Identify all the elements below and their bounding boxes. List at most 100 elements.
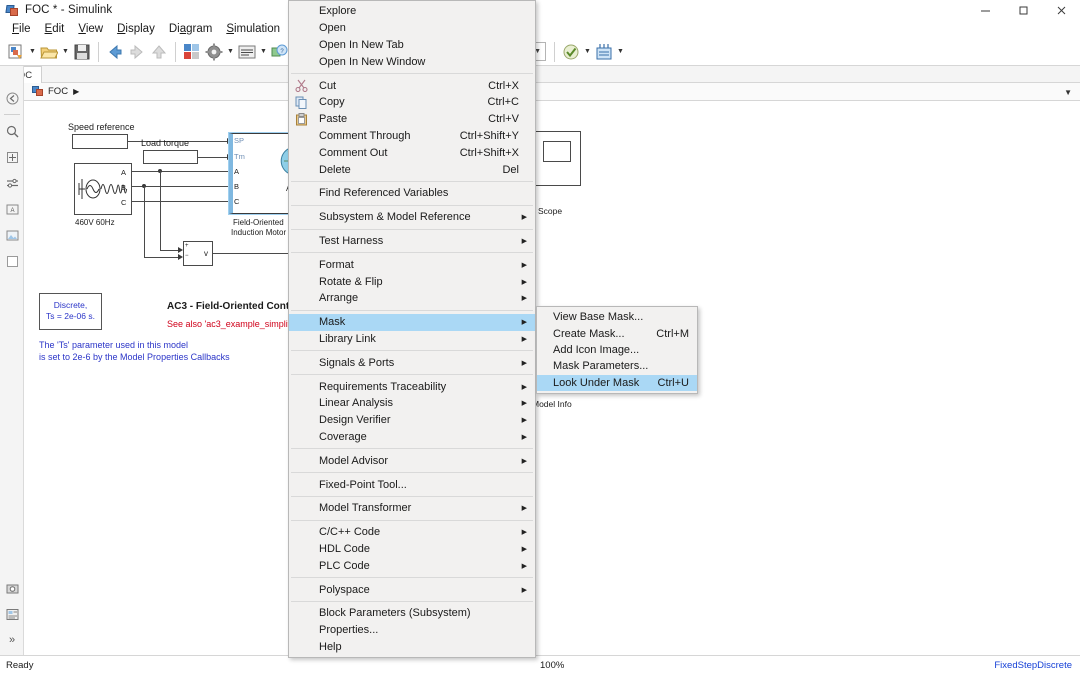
ctx-open-in-new-tab[interactable]: Open In New Tab bbox=[289, 37, 535, 54]
ctx-label: Coverage bbox=[319, 431, 367, 443]
breadcrumb-model-icon bbox=[32, 86, 44, 97]
run-dropdown-icon[interactable]: ▼ bbox=[582, 41, 593, 63]
menu-display[interactable]: Display bbox=[110, 22, 162, 36]
maximize-button[interactable] bbox=[1004, 0, 1042, 20]
ctx-linear-analysis[interactable]: Linear Analysis ▶ bbox=[289, 395, 535, 412]
foc-port-tm-label: Tm bbox=[234, 152, 245, 161]
submenu-create-mask[interactable]: Create Mask... Ctrl+M bbox=[537, 325, 697, 341]
step-forward-button[interactable] bbox=[593, 41, 615, 63]
sidebar-navigate-back-icon[interactable] bbox=[0, 85, 24, 111]
sidebar-settings-icon[interactable] bbox=[0, 170, 24, 196]
sidebar-expand-icon[interactable]: » bbox=[0, 627, 24, 653]
new-model-button[interactable] bbox=[5, 41, 27, 63]
ctx-divider bbox=[291, 374, 533, 375]
solver-status[interactable]: FixedStepDiscrete bbox=[994, 660, 1072, 671]
open-model-dropdown-icon[interactable]: ▼ bbox=[60, 41, 71, 63]
ctx-polyspace[interactable]: Polyspace ▶ bbox=[289, 581, 535, 598]
forward-button[interactable] bbox=[126, 41, 148, 63]
ctx-model-advisor[interactable]: Model Advisor ▶ bbox=[289, 452, 535, 469]
save-button[interactable] bbox=[71, 41, 93, 63]
ctx-help[interactable]: Help bbox=[289, 639, 535, 656]
sidebar-image-icon[interactable] bbox=[0, 222, 24, 248]
wire-a-drop bbox=[160, 171, 161, 251]
ctx-open[interactable]: Open bbox=[289, 20, 535, 37]
sidebar-annotation-icon[interactable]: A bbox=[0, 196, 24, 222]
ctx-signals-ports[interactable]: Signals & Ports ▶ bbox=[289, 354, 535, 371]
ctx-arrange[interactable]: Arrange ▶ bbox=[289, 290, 535, 307]
close-button[interactable] bbox=[1042, 0, 1080, 20]
submenu-add-icon-image[interactable]: Add Icon Image... bbox=[537, 342, 697, 358]
ctx-properties[interactable]: Properties... bbox=[289, 622, 535, 639]
sidebar-fit-to-view-icon[interactable] bbox=[0, 144, 24, 170]
chevron-right-icon: ▶ bbox=[522, 457, 527, 465]
load-torque-block[interactable] bbox=[143, 150, 198, 164]
back-button[interactable] bbox=[104, 41, 126, 63]
ctx-open-in-new-window[interactable]: Open In New Window bbox=[289, 53, 535, 70]
see-also-annotation: See also 'ac3_example_simplified' bbox=[167, 319, 304, 329]
ctx-divider bbox=[291, 229, 533, 230]
ctx-explore[interactable]: Explore bbox=[289, 3, 535, 20]
ctx-rotate-flip[interactable]: Rotate & Flip ▶ bbox=[289, 273, 535, 290]
ctx-plc-code[interactable]: PLC Code ▶ bbox=[289, 557, 535, 574]
breadcrumb-path[interactable]: FOC bbox=[48, 86, 68, 97]
ctx-requirements-traceability[interactable]: Requirements Traceability ▶ bbox=[289, 378, 535, 395]
chevron-right-icon: ▶ bbox=[522, 416, 527, 424]
ctx-copy[interactable]: Copy Ctrl+C bbox=[289, 94, 535, 111]
breadcrumb-caret-icon: ▶ bbox=[73, 87, 79, 96]
ctx-comment-through[interactable]: Comment Through Ctrl+Shift+Y bbox=[289, 128, 535, 145]
open-model-button[interactable] bbox=[38, 41, 60, 63]
ctx-c-cpp-code[interactable]: C/C++ Code ▶ bbox=[289, 524, 535, 541]
sidebar-area-icon[interactable] bbox=[0, 248, 24, 274]
ctx-model-transformer[interactable]: Model Transformer ▶ bbox=[289, 500, 535, 517]
ctx-label: Requirements Traceability bbox=[319, 381, 446, 393]
model-settings-dropdown-icon[interactable]: ▼ bbox=[225, 41, 236, 63]
ctx-label: Linear Analysis bbox=[319, 397, 393, 409]
menu-edit[interactable]: Edit bbox=[38, 22, 72, 36]
ctx-test-harness[interactable]: Test Harness ▶ bbox=[289, 233, 535, 250]
sidebar-properties-icon[interactable] bbox=[0, 601, 24, 627]
ctx-mask[interactable]: Mask ▶ bbox=[289, 314, 535, 331]
speed-reference-block[interactable] bbox=[72, 134, 128, 149]
menu-file[interactable]: File bbox=[5, 22, 38, 36]
ctx-delete[interactable]: Delete Del bbox=[289, 161, 535, 178]
ctx-find-referenced-variables[interactable]: Find Referenced Variables bbox=[289, 185, 535, 202]
new-model-dropdown-icon[interactable]: ▼ bbox=[27, 41, 38, 63]
up-button[interactable] bbox=[148, 41, 170, 63]
ctx-hdl-code[interactable]: HDL Code ▶ bbox=[289, 541, 535, 558]
ctx-coverage[interactable]: Coverage ▶ bbox=[289, 429, 535, 446]
submenu-mask-parameters[interactable]: Mask Parameters... bbox=[537, 358, 697, 374]
model-settings-button[interactable] bbox=[203, 41, 225, 63]
step-dropdown-icon[interactable]: ▼ bbox=[615, 41, 626, 63]
scope-screen bbox=[543, 141, 571, 162]
ctx-divider bbox=[291, 520, 533, 521]
submenu-view-base-mask[interactable]: View Base Mask... bbox=[537, 309, 697, 325]
ctx-divider bbox=[291, 350, 533, 351]
menu-view[interactable]: View bbox=[71, 22, 110, 36]
run-button[interactable] bbox=[560, 41, 582, 63]
ctx-comment-out[interactable]: Comment Out Ctrl+Shift+X bbox=[289, 144, 535, 161]
ctx-subsystem-model-reference[interactable]: Subsystem & Model Reference ▶ bbox=[289, 209, 535, 226]
model-explorer-dropdown-icon[interactable]: ▼ bbox=[258, 41, 269, 63]
sidebar-zoom-icon[interactable] bbox=[0, 118, 24, 144]
powergui-discrete-block[interactable]: Discrete, Ts = 2e-06 s. bbox=[39, 293, 102, 330]
library-browser-button[interactable] bbox=[181, 41, 203, 63]
sidebar-camera-icon[interactable] bbox=[0, 575, 24, 601]
ctx-label: Open bbox=[319, 22, 346, 34]
menu-simulation[interactable]: Simulation bbox=[219, 22, 287, 36]
ctx-fixed-point-tool[interactable]: Fixed-Point Tool... bbox=[289, 476, 535, 493]
zoom-level[interactable]: 100% bbox=[540, 660, 564, 671]
foc-port-c-label: C bbox=[234, 197, 239, 206]
model-explorer-button[interactable] bbox=[236, 41, 258, 63]
ctx-format[interactable]: Format ▶ bbox=[289, 256, 535, 273]
menu-diagram[interactable]: Diagram bbox=[162, 22, 219, 36]
ctx-block-parameters[interactable]: Block Parameters (Subsystem) bbox=[289, 605, 535, 622]
breadcrumb-expand-button[interactable]: ▼ bbox=[1064, 83, 1072, 101]
vm-plus-label: + bbox=[185, 243, 189, 249]
ctx-library-link[interactable]: Library Link ▶ bbox=[289, 331, 535, 348]
ctx-cut[interactable]: Cut Ctrl+X bbox=[289, 77, 535, 94]
submenu-look-under-mask[interactable]: Look Under Mask Ctrl+U bbox=[537, 375, 697, 391]
minimize-button[interactable] bbox=[966, 0, 1004, 20]
ctx-design-verifier[interactable]: Design Verifier ▶ bbox=[289, 412, 535, 429]
ctx-label: Block Parameters (Subsystem) bbox=[319, 607, 471, 619]
ctx-paste[interactable]: Paste Ctrl+V bbox=[289, 111, 535, 128]
